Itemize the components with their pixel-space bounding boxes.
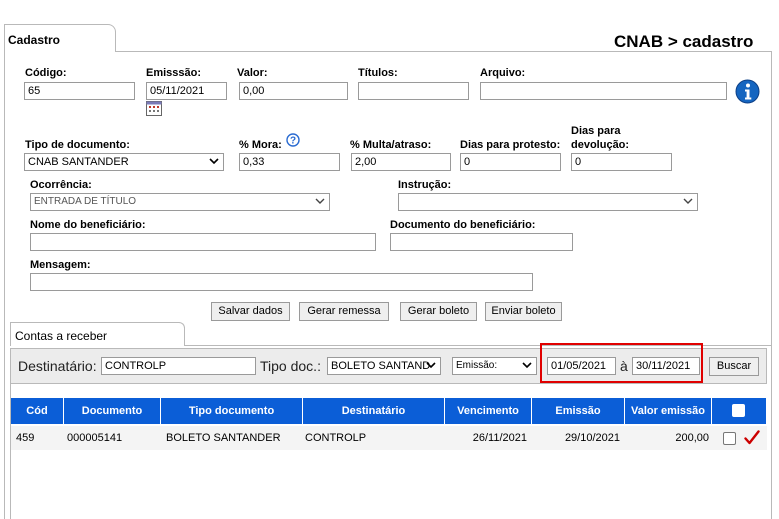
date-to-input[interactable]: 30/11/2021	[632, 357, 700, 375]
multa-label: % Multa/atraso:	[350, 139, 432, 151]
instrucao-label: Instrução:	[398, 179, 452, 191]
tipo-documento-select[interactable]: CNAB SANTANDER	[24, 153, 224, 171]
chevron-down-icon	[522, 362, 532, 369]
svg-text:?: ?	[290, 136, 296, 147]
cell-cod: 459	[16, 432, 35, 444]
column-header-valor-emissao[interactable]: Valor emissão	[625, 398, 712, 424]
column-header-tipo-documento[interactable]: Tipo documento	[161, 398, 303, 424]
chevron-down-icon	[315, 198, 325, 204]
valor-input[interactable]: 0,00	[239, 82, 348, 100]
frame-left-line	[4, 51, 5, 519]
dias-protesto-label: Dias para protesto:	[460, 139, 561, 151]
dias-devolucao-label-2: devolução:	[571, 139, 630, 151]
salvar-dados-button[interactable]: Salvar dados	[211, 302, 290, 321]
chevron-down-icon	[209, 158, 219, 165]
dias-devolucao-input[interactable]: 0	[571, 153, 672, 171]
titulos-input[interactable]	[358, 82, 469, 100]
column-header-select-all	[712, 398, 766, 424]
select-all-checkbox[interactable]	[732, 404, 745, 417]
mora-label: % Mora:	[239, 139, 282, 151]
gerar-boleto-button[interactable]: Gerar boleto	[400, 302, 477, 321]
tab-contas-a-receber[interactable]: Contas a receber	[10, 322, 185, 346]
chevron-down-icon	[683, 198, 693, 204]
mensagem-input[interactable]	[30, 273, 533, 291]
column-header-cod[interactable]: Cód	[11, 398, 64, 424]
ocorrencia-label: Ocorrência:	[30, 179, 92, 191]
mora-input[interactable]: 0,33	[239, 153, 340, 171]
dias-protesto-input[interactable]: 0	[460, 153, 561, 171]
buscar-button[interactable]: Buscar	[709, 357, 759, 376]
documento-beneficiario-input[interactable]	[390, 233, 573, 251]
emissao-label: Emisssão:	[146, 67, 202, 79]
dias-devolucao-label-1: Dias para	[571, 125, 621, 137]
cell-documento: 000005141	[67, 432, 123, 444]
frame-right-line	[771, 51, 772, 519]
column-header-documento[interactable]: Documento	[64, 398, 161, 424]
emissao-input[interactable]: 05/11/2021	[146, 82, 227, 100]
instrucao-select[interactable]	[398, 193, 698, 211]
tab-cadastro[interactable]: Cadastro	[4, 24, 116, 52]
titulos-label: Títulos:	[358, 67, 398, 79]
date-from-input[interactable]: 01/05/2021	[547, 357, 616, 375]
ocorrencia-value: ENTRADA DE TÍTULO	[34, 196, 137, 207]
enviar-boleto-button[interactable]: Enviar boleto	[485, 302, 562, 321]
receivables-frame-left	[10, 384, 11, 519]
cell-emissao: 29/10/2021	[564, 432, 620, 444]
ocorrencia-select[interactable]: ENTRADA DE TÍTULO	[30, 193, 330, 211]
date-separator: à	[620, 358, 628, 374]
tab-cadastro-label: Cadastro	[8, 33, 61, 47]
cell-vencimento: 26/11/2021	[472, 432, 527, 444]
column-header-vencimento[interactable]: Vencimento	[445, 398, 532, 424]
gerar-remessa-button[interactable]: Gerar remessa	[299, 302, 389, 321]
help-icon[interactable]: ?	[286, 133, 300, 147]
cell-destinatario: CONTROLP	[305, 432, 367, 444]
date-type-select[interactable]: Emissão:	[452, 357, 537, 375]
column-header-emissao[interactable]: Emissão	[532, 398, 625, 424]
tipo-doc-select[interactable]: BOLETO SANTAND	[327, 357, 441, 375]
tipo-doc-label: Tipo doc.:	[260, 358, 321, 374]
multa-input[interactable]: 2,00	[351, 153, 451, 171]
documento-beneficiario-label: Documento do beneficiário:	[390, 219, 536, 231]
column-header-destinatario[interactable]: Destinatário	[303, 398, 445, 424]
cell-valor: 200,00	[675, 432, 709, 444]
cell-tipo: BOLETO SANTANDER	[166, 432, 281, 444]
chevron-down-icon	[426, 362, 436, 369]
codigo-label: Código:	[25, 67, 67, 79]
arquivo-input[interactable]	[480, 82, 727, 100]
arquivo-label: Arquivo:	[480, 67, 526, 79]
date-type-value: Emissão:	[456, 360, 498, 371]
tipo-documento-value: CNAB SANTANDER	[28, 156, 129, 168]
row-checkbox[interactable]	[723, 432, 736, 445]
page-title: CNAB > cadastro	[614, 32, 754, 51]
valor-label: Valor:	[237, 67, 268, 79]
info-icon[interactable]	[735, 79, 760, 104]
tab-contas-label: Contas a receber	[15, 329, 108, 343]
tipo-doc-value: BOLETO SANTAND	[331, 360, 431, 372]
checkmark-icon[interactable]	[744, 430, 760, 445]
nome-beneficiario-label: Nome do beneficiário:	[30, 219, 146, 231]
destinatario-input[interactable]: CONTROLP	[101, 357, 256, 375]
codigo-input[interactable]: 65	[24, 82, 135, 100]
mensagem-label: Mensagem:	[30, 259, 91, 271]
tipo-documento-label: Tipo de documento:	[25, 139, 130, 151]
calendar-icon[interactable]	[146, 101, 162, 116]
nome-beneficiario-input[interactable]	[30, 233, 376, 251]
destinatario-label: Destinatário:	[18, 358, 97, 374]
